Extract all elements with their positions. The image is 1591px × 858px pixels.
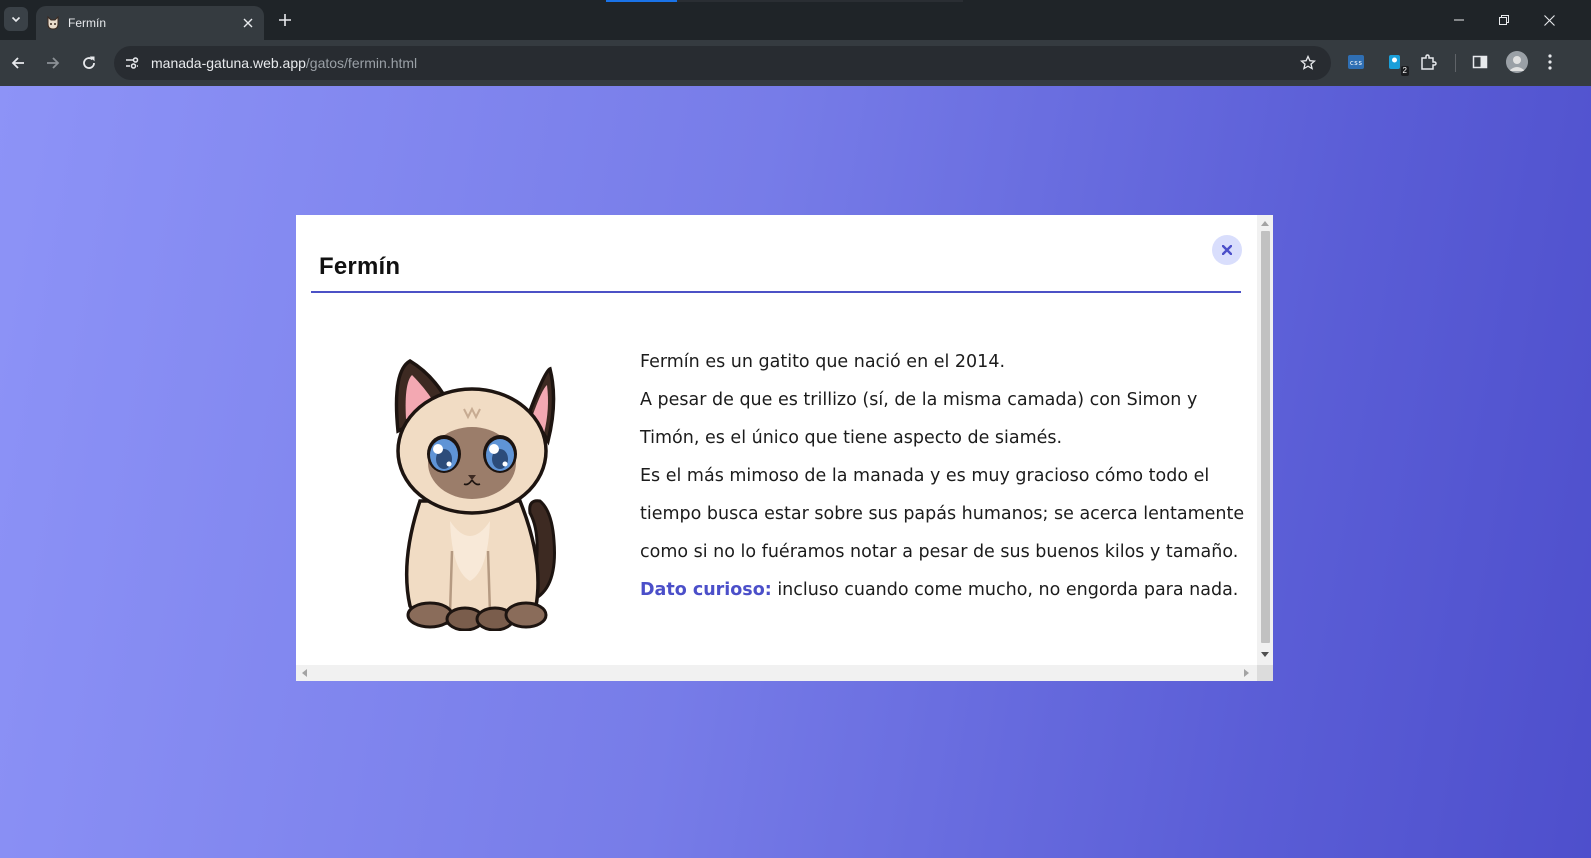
forward-button[interactable] — [41, 51, 65, 75]
close-icon — [1543, 14, 1555, 26]
address-bar[interactable]: manada-gatuna.web.app/gatos/fermin.html — [114, 46, 1331, 80]
title-divider — [311, 291, 1241, 293]
toolbar-separator — [1455, 54, 1456, 72]
side-panel-icon[interactable] — [1469, 51, 1491, 73]
cat-favicon-icon — [45, 15, 61, 31]
url-text[interactable]: manada-gatuna.web.app/gatos/fermin.html — [151, 54, 417, 72]
close-window-button[interactable] — [1539, 10, 1559, 30]
browser-toolbar: manada-gatuna.web.app/gatos/fermin.html … — [0, 40, 1591, 86]
vertical-scrollbar[interactable] — [1257, 215, 1273, 665]
modal-close-button[interactable] — [1212, 235, 1242, 265]
tab-search-button[interactable] — [4, 7, 28, 31]
scroll-left-icon[interactable] — [299, 668, 309, 678]
page-viewport: Fermín Fermín es un gatito que nació en … — [0, 86, 1591, 858]
fun-fact: Dato curioso: incluso cuando come mucho,… — [640, 571, 1250, 609]
back-button[interactable] — [6, 51, 30, 75]
reload-icon — [83, 56, 95, 69]
cat-description: Fermín es un gatito que nació en el 2014… — [640, 343, 1250, 609]
restore-button[interactable] — [1494, 10, 1514, 30]
tab-title: Fermín — [68, 16, 107, 30]
close-icon — [1222, 245, 1232, 255]
extension-badge-icon[interactable]: 2 — [1384, 51, 1409, 76]
extensions-puzzle-icon[interactable] — [1417, 51, 1439, 73]
chevron-down-icon — [11, 16, 21, 23]
scroll-down-icon[interactable] — [1260, 650, 1270, 660]
description-paragraph: Fermín es un gatito que nació en el 2014… — [640, 352, 1006, 372]
fun-fact-label: Dato curioso: — [640, 580, 772, 600]
profile-avatar[interactable] — [1506, 51, 1528, 73]
arrow-left-icon — [11, 57, 24, 69]
site-settings-icon[interactable] — [123, 54, 141, 72]
menu-kebab-icon[interactable] — [1539, 51, 1561, 73]
arrow-right-icon — [47, 57, 60, 69]
modal-title: Fermín — [319, 253, 401, 280]
cat-modal: Fermín Fermín es un gatito que nació en … — [296, 215, 1273, 681]
tab-strip: Fermín — [0, 0, 1591, 40]
tab-active[interactable]: Fermín — [36, 6, 264, 40]
description-paragraph: Es el más mimoso de la manada y es muy g… — [640, 466, 1245, 562]
plus-icon — [279, 14, 291, 26]
extension-badge-count: 2 — [1400, 66, 1409, 76]
reload-button[interactable] — [77, 51, 101, 75]
scroll-up-icon[interactable] — [1260, 218, 1270, 228]
scrollbar-thumb[interactable] — [1261, 231, 1270, 643]
scrollbar-corner — [1257, 665, 1273, 681]
svg-text:css: css — [1350, 59, 1363, 67]
new-tab-button[interactable] — [275, 10, 295, 30]
horizontal-scrollbar[interactable] — [296, 665, 1257, 681]
scroll-right-icon[interactable] — [1242, 668, 1252, 678]
minimize-button[interactable] — [1449, 10, 1469, 30]
bookmark-star-icon[interactable] — [1299, 54, 1317, 72]
tab-close-icon[interactable] — [240, 15, 256, 31]
fun-fact-text: incluso cuando come mucho, no engorda pa… — [771, 580, 1239, 600]
loading-progress-bar — [606, 0, 963, 2]
description-paragraph: A pesar de que es trillizo (sí, de la mi… — [640, 390, 1198, 448]
restore-icon — [1499, 15, 1509, 25]
siamese-cat-illustration — [394, 358, 556, 631]
extension-css-icon[interactable]: css — [1345, 51, 1367, 73]
minimize-icon — [1454, 19, 1464, 21]
